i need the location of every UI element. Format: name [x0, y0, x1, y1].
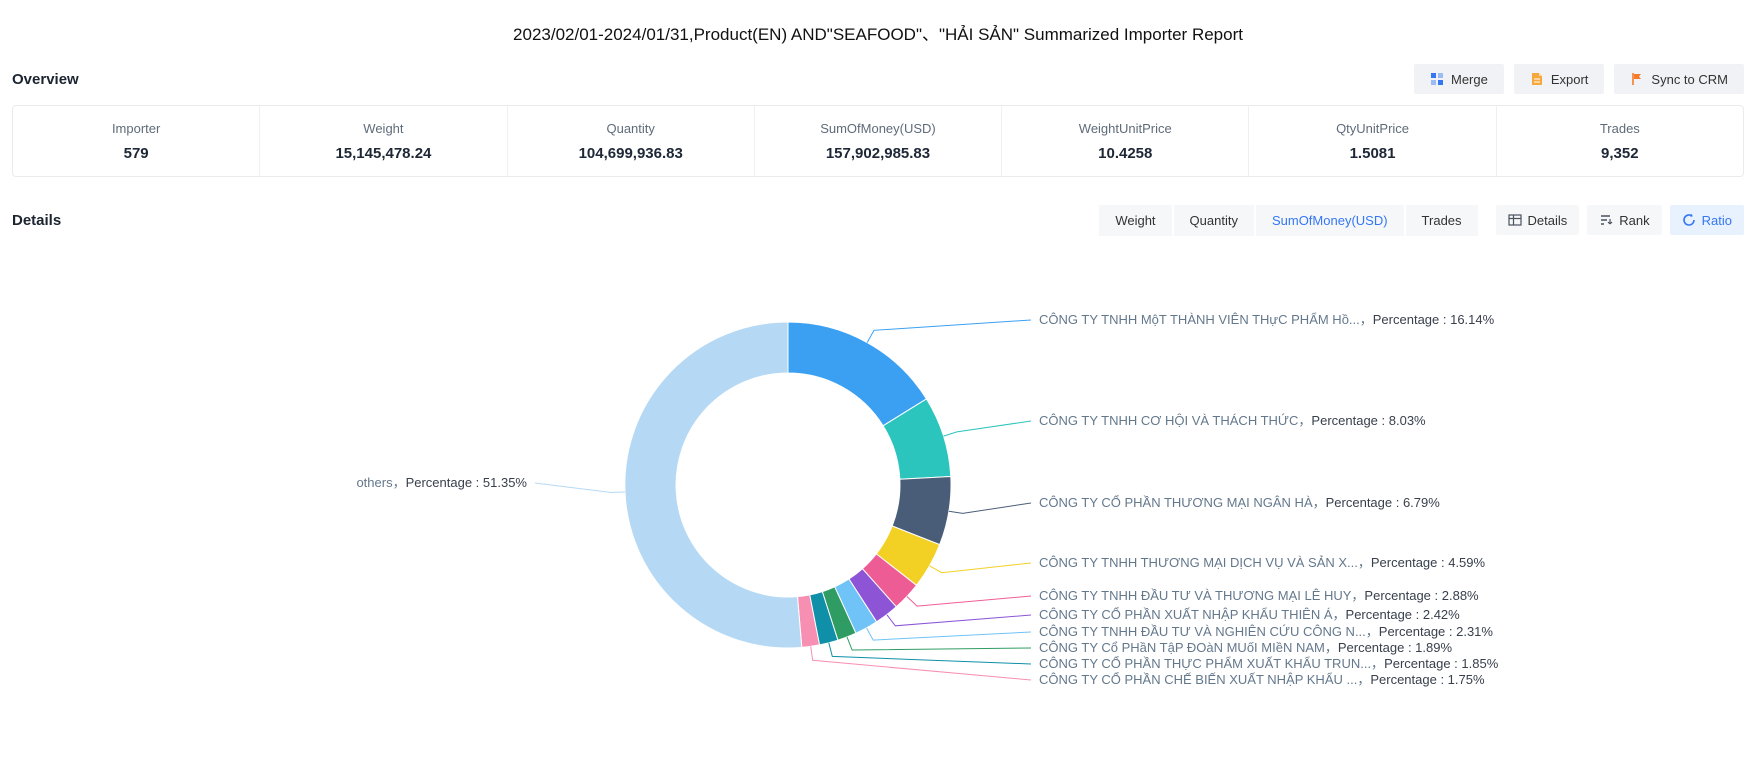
export-button[interactable]: Export [1514, 64, 1605, 94]
pie-label: CÔNG TY CỔ PHẦN THƯƠNG MẠI NGÂN HÀ，Perce… [1039, 495, 1440, 511]
stat-label: WeightUnitPrice [1079, 121, 1172, 136]
view-tab-group: Details Rank Ratio [1496, 205, 1744, 235]
table-icon [1508, 213, 1522, 227]
pie-label-name: CÔNG TY TNHH ĐẦU TƯ VÀ THƯƠNG MẠI LÊ HUY… [1039, 588, 1364, 603]
stat-trades: Trades 9,352 [1497, 106, 1743, 176]
pie-label-line [949, 503, 1031, 513]
stat-label: Trades [1600, 121, 1640, 136]
pie-label-percentage: Percentage : 1.75% [1370, 672, 1484, 687]
stat-value: 10.4258 [1098, 145, 1152, 162]
pie-label: CÔNG TY TNHH MộT THÀNH VIÊN THựC PHẨM Hồ… [1039, 312, 1494, 328]
pie-label: CÔNG TY Cổ PHầN TậP ĐOàN MUốI MIềN NAM，P… [1039, 640, 1452, 656]
metric-tab-group: Weight Quantity SumOfMoney(USD) Trades [1099, 205, 1477, 236]
view-ratio-button[interactable]: Ratio [1670, 205, 1744, 235]
pie-label-name: CÔNG TY CỔ PHẦN CHẾ BIẾN XUẤT NHẬP KHẨU … [1039, 672, 1370, 687]
pie-label-line [887, 615, 1031, 626]
pie-label-name: CÔNG TY CỔ PHẦN XUẤT NHẬP KHẨU THIÊN Á， [1039, 607, 1346, 622]
pie-label-line [535, 483, 625, 493]
pie-label-line [867, 320, 1031, 343]
pie-label: CÔNG TY TNHH ĐẦU TƯ VÀ THƯƠNG MẠI LÊ HUY… [1039, 588, 1479, 604]
pie-label: CÔNG TY TNHH THƯƠNG MẠI DỊCH VỤ VÀ SẢN X… [1039, 555, 1485, 571]
stat-value: 104,699,936.83 [579, 145, 683, 162]
pie-label-name: CÔNG TY TNHH THƯƠNG MẠI DỊCH VỤ VÀ SẢN X… [1039, 555, 1371, 570]
stat-sumofmoney: SumOfMoney(USD) 157,902,985.83 [755, 106, 1002, 176]
pie-label-line [907, 596, 1031, 606]
details-controls: Weight Quantity SumOfMoney(USD) Trades D… [1099, 205, 1744, 236]
pie-label-name: CÔNG TY TNHH MộT THÀNH VIÊN THựC PHẨM Hồ… [1039, 312, 1373, 327]
pie-label-others: others，Percentage : 51.35% [356, 475, 527, 491]
pie-label-percentage: Percentage : 16.14% [1373, 312, 1494, 327]
pie-label-name: others， [356, 475, 405, 490]
pie-label-name: CÔNG TY TNHH CƠ HỘI VÀ THÁCH THỨC， [1039, 413, 1311, 428]
pie-label-percentage: Percentage : 8.03% [1311, 413, 1425, 428]
view-details-button[interactable]: Details [1496, 205, 1580, 235]
stat-weight: Weight 15,145,478.24 [260, 106, 507, 176]
pie-label-line [829, 643, 1031, 664]
ratio-donut-chart-area: CÔNG TY TNHH MộT THÀNH VIÊN THựC PHẨM Hồ… [0, 245, 1756, 773]
tab-weight[interactable]: Weight [1099, 205, 1171, 236]
pie-label-name: CÔNG TY CỔ PHẦN THƯƠNG MẠI NGÂN HÀ， [1039, 495, 1326, 510]
stat-label: QtyUnitPrice [1336, 121, 1409, 136]
pie-label-line [930, 563, 1031, 573]
pie-slice[interactable] [788, 322, 926, 426]
pie-label-percentage: Percentage : 1.85% [1384, 656, 1498, 671]
pie-label-percentage: Percentage : 2.42% [1346, 607, 1460, 622]
merge-button-label: Merge [1451, 73, 1488, 86]
stat-value: 15,145,478.24 [335, 145, 431, 162]
sync-to-crm-button-label: Sync to CRM [1651, 73, 1728, 86]
rank-icon [1599, 213, 1613, 227]
export-icon [1530, 72, 1544, 86]
pie-label-name: CÔNG TY TNHH ĐẦU TƯ VÀ NGHIÊN CỨU CÔNG N… [1039, 624, 1379, 639]
pie-label-line [847, 637, 1031, 650]
tab-quantity[interactable]: Quantity [1174, 205, 1254, 236]
pie-label: CÔNG TY CỔ PHẦN XUẤT NHẬP KHẨU THIÊN Á，P… [1039, 607, 1460, 623]
export-button-label: Export [1551, 73, 1589, 86]
details-header-row: Details Weight Quantity SumOfMoney(USD) … [0, 203, 1756, 237]
merge-icon [1430, 72, 1444, 86]
stat-value: 579 [124, 145, 149, 162]
view-ratio-label: Ratio [1702, 214, 1732, 227]
stat-qtyunitprice: QtyUnitPrice 1.5081 [1249, 106, 1496, 176]
stat-quantity: Quantity 104,699,936.83 [508, 106, 755, 176]
pie-label-percentage: Percentage : 4.59% [1371, 555, 1485, 570]
pie-label-percentage: Percentage : 51.35% [406, 475, 527, 490]
view-details-label: Details [1528, 214, 1568, 227]
stat-importer: Importer 579 [13, 106, 260, 176]
stat-value: 9,352 [1601, 145, 1639, 162]
pie-label-percentage: Percentage : 1.89% [1338, 640, 1452, 655]
pie-label: CÔNG TY CỔ PHẦN THỰC PHẨM XUẤT KHẨU TRUN… [1039, 656, 1498, 672]
tab-trades[interactable]: Trades [1406, 205, 1478, 236]
pie-label: CÔNG TY TNHH CƠ HỘI VÀ THÁCH THỨC，Percen… [1039, 413, 1426, 429]
pie-label-name: CÔNG TY Cổ PHầN TậP ĐOàN MUốI MIềN NAM， [1039, 640, 1338, 655]
stat-label: Quantity [606, 121, 654, 136]
view-rank-label: Rank [1619, 214, 1649, 227]
stat-value: 1.5081 [1350, 145, 1396, 162]
tab-sumofmoney[interactable]: SumOfMoney(USD) [1256, 205, 1404, 236]
pie-label-line [867, 628, 1032, 640]
sync-to-crm-button[interactable]: Sync to CRM [1614, 64, 1744, 94]
view-rank-button[interactable]: Rank [1587, 205, 1661, 235]
pie-label-percentage: Percentage : 2.88% [1364, 588, 1478, 603]
flag-icon [1630, 72, 1644, 86]
pie-label-percentage: Percentage : 6.79% [1326, 495, 1440, 510]
overview-heading: Overview [12, 71, 79, 88]
pie-slice[interactable] [625, 322, 802, 648]
stat-label: SumOfMoney(USD) [820, 121, 936, 136]
pie-label-percentage: Percentage : 2.31% [1379, 624, 1493, 639]
pie-label: CÔNG TY TNHH ĐẦU TƯ VÀ NGHIÊN CỨU CÔNG N… [1039, 624, 1493, 640]
pie-label: CÔNG TY CỔ PHẦN CHẾ BIẾN XUẤT NHẬP KHẨU … [1039, 672, 1485, 688]
overview-header-row: Overview Merge Export Sync to CRM [0, 63, 1756, 95]
page-title: 2023/02/01-2024/01/31,Product(EN) AND"SE… [0, 0, 1756, 49]
merge-button[interactable]: Merge [1414, 64, 1504, 94]
stat-value: 157,902,985.83 [826, 145, 930, 162]
stat-label: Importer [112, 121, 160, 136]
pie-label-line [944, 421, 1032, 436]
pie-label-name: CÔNG TY CỔ PHẦN THỰC PHẨM XUẤT KHẨU TRUN… [1039, 656, 1384, 671]
overview-stats-panel: Importer 579 Weight 15,145,478.24 Quanti… [12, 105, 1744, 177]
stat-weightunitprice: WeightUnitPrice 10.4258 [1002, 106, 1249, 176]
ratio-icon [1682, 213, 1696, 227]
details-heading: Details [12, 212, 61, 229]
overview-toolbar: Merge Export Sync to CRM [1414, 64, 1744, 94]
stat-label: Weight [363, 121, 403, 136]
